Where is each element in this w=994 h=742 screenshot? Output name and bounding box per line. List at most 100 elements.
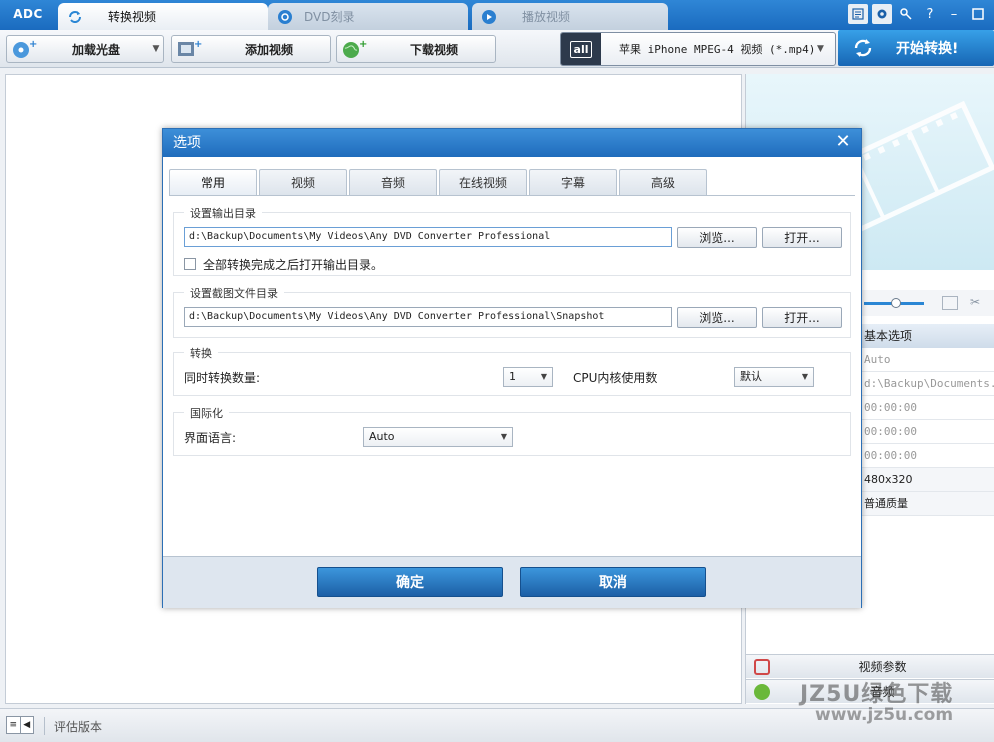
property-row[interactable]: d:\Backup\Documents... bbox=[860, 372, 994, 396]
output-dir-title: 设置输出目录 bbox=[184, 205, 262, 221]
status-buttons: ≡ ◀ bbox=[6, 716, 34, 734]
video-params-section[interactable]: 视频参数 bbox=[746, 654, 994, 678]
output-format-select[interactable]: all 苹果 iPhone MPEG-4 视频 (*.mp4) ▼ bbox=[560, 32, 836, 66]
chevron-down-icon[interactable]: ▼ bbox=[149, 44, 163, 54]
tab-subtitle[interactable]: 字幕 bbox=[529, 169, 617, 195]
start-convert-button[interactable]: 开始转换! bbox=[838, 30, 994, 66]
tab-convert-video[interactable]: 转换视频 bbox=[58, 3, 268, 30]
video-params-label: 视频参数 bbox=[858, 660, 907, 674]
property-row[interactable]: Auto bbox=[860, 348, 994, 372]
output-dir-group: 设置输出目录 d:\Backup\Documents\My Videos\Any… bbox=[173, 205, 851, 276]
load-disc-button[interactable]: + 加载光盘 ▼ bbox=[6, 35, 164, 63]
language-select[interactable]: Auto ▼ bbox=[363, 427, 513, 447]
convert-title: 转换 bbox=[184, 345, 218, 361]
i18n-title: 国际化 bbox=[184, 405, 229, 421]
maximize-icon[interactable] bbox=[968, 4, 988, 24]
dialog-footer: 确定 取消 bbox=[163, 556, 861, 608]
svg-text:+: + bbox=[29, 39, 37, 50]
watermark-text: JZ5U绿色下载 bbox=[800, 682, 954, 707]
dialog-title: 选项 bbox=[173, 135, 201, 151]
watermark-url: www.jz5u.com bbox=[815, 705, 954, 725]
snapshot-open-button[interactable]: 打开... bbox=[762, 307, 842, 328]
collapse-icon[interactable]: ◀ bbox=[21, 717, 34, 733]
app-logo: ADC bbox=[13, 7, 43, 21]
cpu-cores-label: CPU内核使用数 bbox=[573, 371, 658, 385]
divider bbox=[44, 717, 45, 735]
property-list: 基本选项 Auto d:\Backup\Documents... 00:00:0… bbox=[860, 324, 994, 516]
trial-version-label: 评估版本 bbox=[54, 720, 103, 734]
dialog-tabs: 常用 视频 音频 在线视频 字幕 高级 bbox=[169, 169, 707, 195]
convert-refresh-icon bbox=[848, 37, 878, 59]
play-icon bbox=[482, 9, 496, 24]
window-controls: ? – bbox=[848, 4, 988, 24]
close-icon[interactable]: ✕ bbox=[833, 133, 853, 153]
tab-label: DVD刻录 bbox=[304, 10, 355, 24]
layout-icon[interactable] bbox=[848, 4, 868, 24]
cpu-cores-select[interactable]: 默认 ▼ bbox=[734, 367, 814, 387]
download-video-label: 下载视频 bbox=[409, 42, 458, 57]
open-after-checkbox[interactable] bbox=[184, 258, 196, 270]
output-browse-button[interactable]: 浏览... bbox=[677, 227, 757, 248]
open-after-label: 全部转换完成之后打开输出目录。 bbox=[203, 258, 384, 272]
volume-handle[interactable] bbox=[891, 298, 901, 308]
snapshot-dir-group: 设置截图文件目录 d:\Backup\Documents\My Videos\A… bbox=[173, 285, 851, 338]
all-formats-icon: all bbox=[561, 33, 601, 65]
refresh-icon bbox=[68, 10, 82, 24]
svg-text:+: + bbox=[194, 39, 202, 50]
convert-group: 转换 同时转换数量: 1 ▼ CPU内核使用数 默认 ▼ bbox=[173, 345, 851, 396]
help-icon[interactable]: ? bbox=[920, 4, 940, 24]
speaker-icon bbox=[754, 683, 770, 700]
disc-add-icon: + bbox=[11, 39, 37, 59]
dialog-title-bar: 选项 ✕ bbox=[163, 129, 861, 157]
status-bar: ≡ ◀ 评估版本 www.jz5u.com bbox=[0, 705, 994, 742]
chevron-down-icon: ▼ bbox=[540, 372, 547, 381]
cancel-button[interactable]: 取消 bbox=[520, 567, 706, 597]
start-convert-label: 开始转换! bbox=[896, 41, 959, 57]
tab-play-video[interactable]: 播放视频 bbox=[472, 3, 668, 30]
chevron-down-icon[interactable]: ▼ bbox=[817, 44, 835, 54]
tab-divider bbox=[169, 195, 855, 196]
concurrent-value: 1 bbox=[509, 370, 516, 383]
tab-general[interactable]: 常用 bbox=[169, 169, 257, 195]
property-row[interactable]: 00:00:00 bbox=[860, 420, 994, 444]
load-disc-label: 加载光盘 bbox=[71, 42, 120, 57]
options-dialog: 选项 ✕ 常用 视频 音频 在线视频 字幕 高级 设置输出目录 d:\Backu… bbox=[162, 128, 862, 608]
video-params-icon bbox=[754, 658, 770, 675]
tab-dvd-burn[interactable]: DVD刻录 bbox=[268, 3, 468, 30]
minimize-icon[interactable]: – bbox=[944, 4, 964, 24]
settings-icon[interactable] bbox=[872, 4, 892, 24]
concurrent-select[interactable]: 1 ▼ bbox=[503, 367, 553, 387]
title-bar: ADC 转换视频 DVD刻录 播放视频 ? – bbox=[0, 0, 994, 30]
snapshot-browse-button[interactable]: 浏览... bbox=[677, 307, 757, 328]
tab-video[interactable]: 视频 bbox=[259, 169, 347, 195]
tab-online-video[interactable]: 在线视频 bbox=[439, 169, 527, 195]
chevron-down-icon: ▼ bbox=[500, 432, 507, 441]
add-video-button[interactable]: + 添加视频 bbox=[171, 35, 331, 63]
list-view-icon[interactable]: ≡ bbox=[7, 717, 21, 733]
property-row[interactable]: 00:00:00 bbox=[860, 396, 994, 420]
download-video-button[interactable]: + 下载视频 bbox=[336, 35, 496, 63]
svg-text:+: + bbox=[359, 39, 367, 50]
property-row[interactable]: 普通质量 bbox=[860, 492, 994, 516]
tab-audio[interactable]: 音频 bbox=[349, 169, 437, 195]
snapshot-dir-title: 设置截图文件目录 bbox=[184, 285, 284, 301]
globe-add-icon: + bbox=[341, 39, 367, 59]
snapshot-icon[interactable] bbox=[942, 296, 958, 310]
basic-options-header: 基本选项 bbox=[860, 324, 994, 348]
tab-label: 播放视频 bbox=[522, 10, 571, 24]
ok-button[interactable]: 确定 bbox=[317, 567, 503, 597]
output-open-button[interactable]: 打开... bbox=[762, 227, 842, 248]
chevron-down-icon: ▼ bbox=[801, 372, 808, 381]
snapshot-path-input[interactable]: d:\Backup\Documents\My Videos\Any DVD Co… bbox=[184, 307, 672, 327]
language-label: 界面语言: bbox=[184, 431, 237, 445]
property-row[interactable]: 480x320 bbox=[860, 468, 994, 492]
key-icon[interactable] bbox=[896, 4, 916, 24]
output-path-input[interactable]: d:\Backup\Documents\My Videos\Any DVD Co… bbox=[184, 227, 672, 247]
scissors-icon[interactable]: ✂ bbox=[970, 295, 980, 309]
format-badge: all bbox=[569, 40, 593, 58]
tab-label: 转换视频 bbox=[108, 10, 157, 24]
property-row[interactable]: 00:00:00 bbox=[860, 444, 994, 468]
i18n-group: 国际化 界面语言: Auto ▼ bbox=[173, 405, 851, 456]
concurrent-label: 同时转换数量: bbox=[184, 371, 261, 385]
tab-advanced[interactable]: 高级 bbox=[619, 169, 707, 195]
